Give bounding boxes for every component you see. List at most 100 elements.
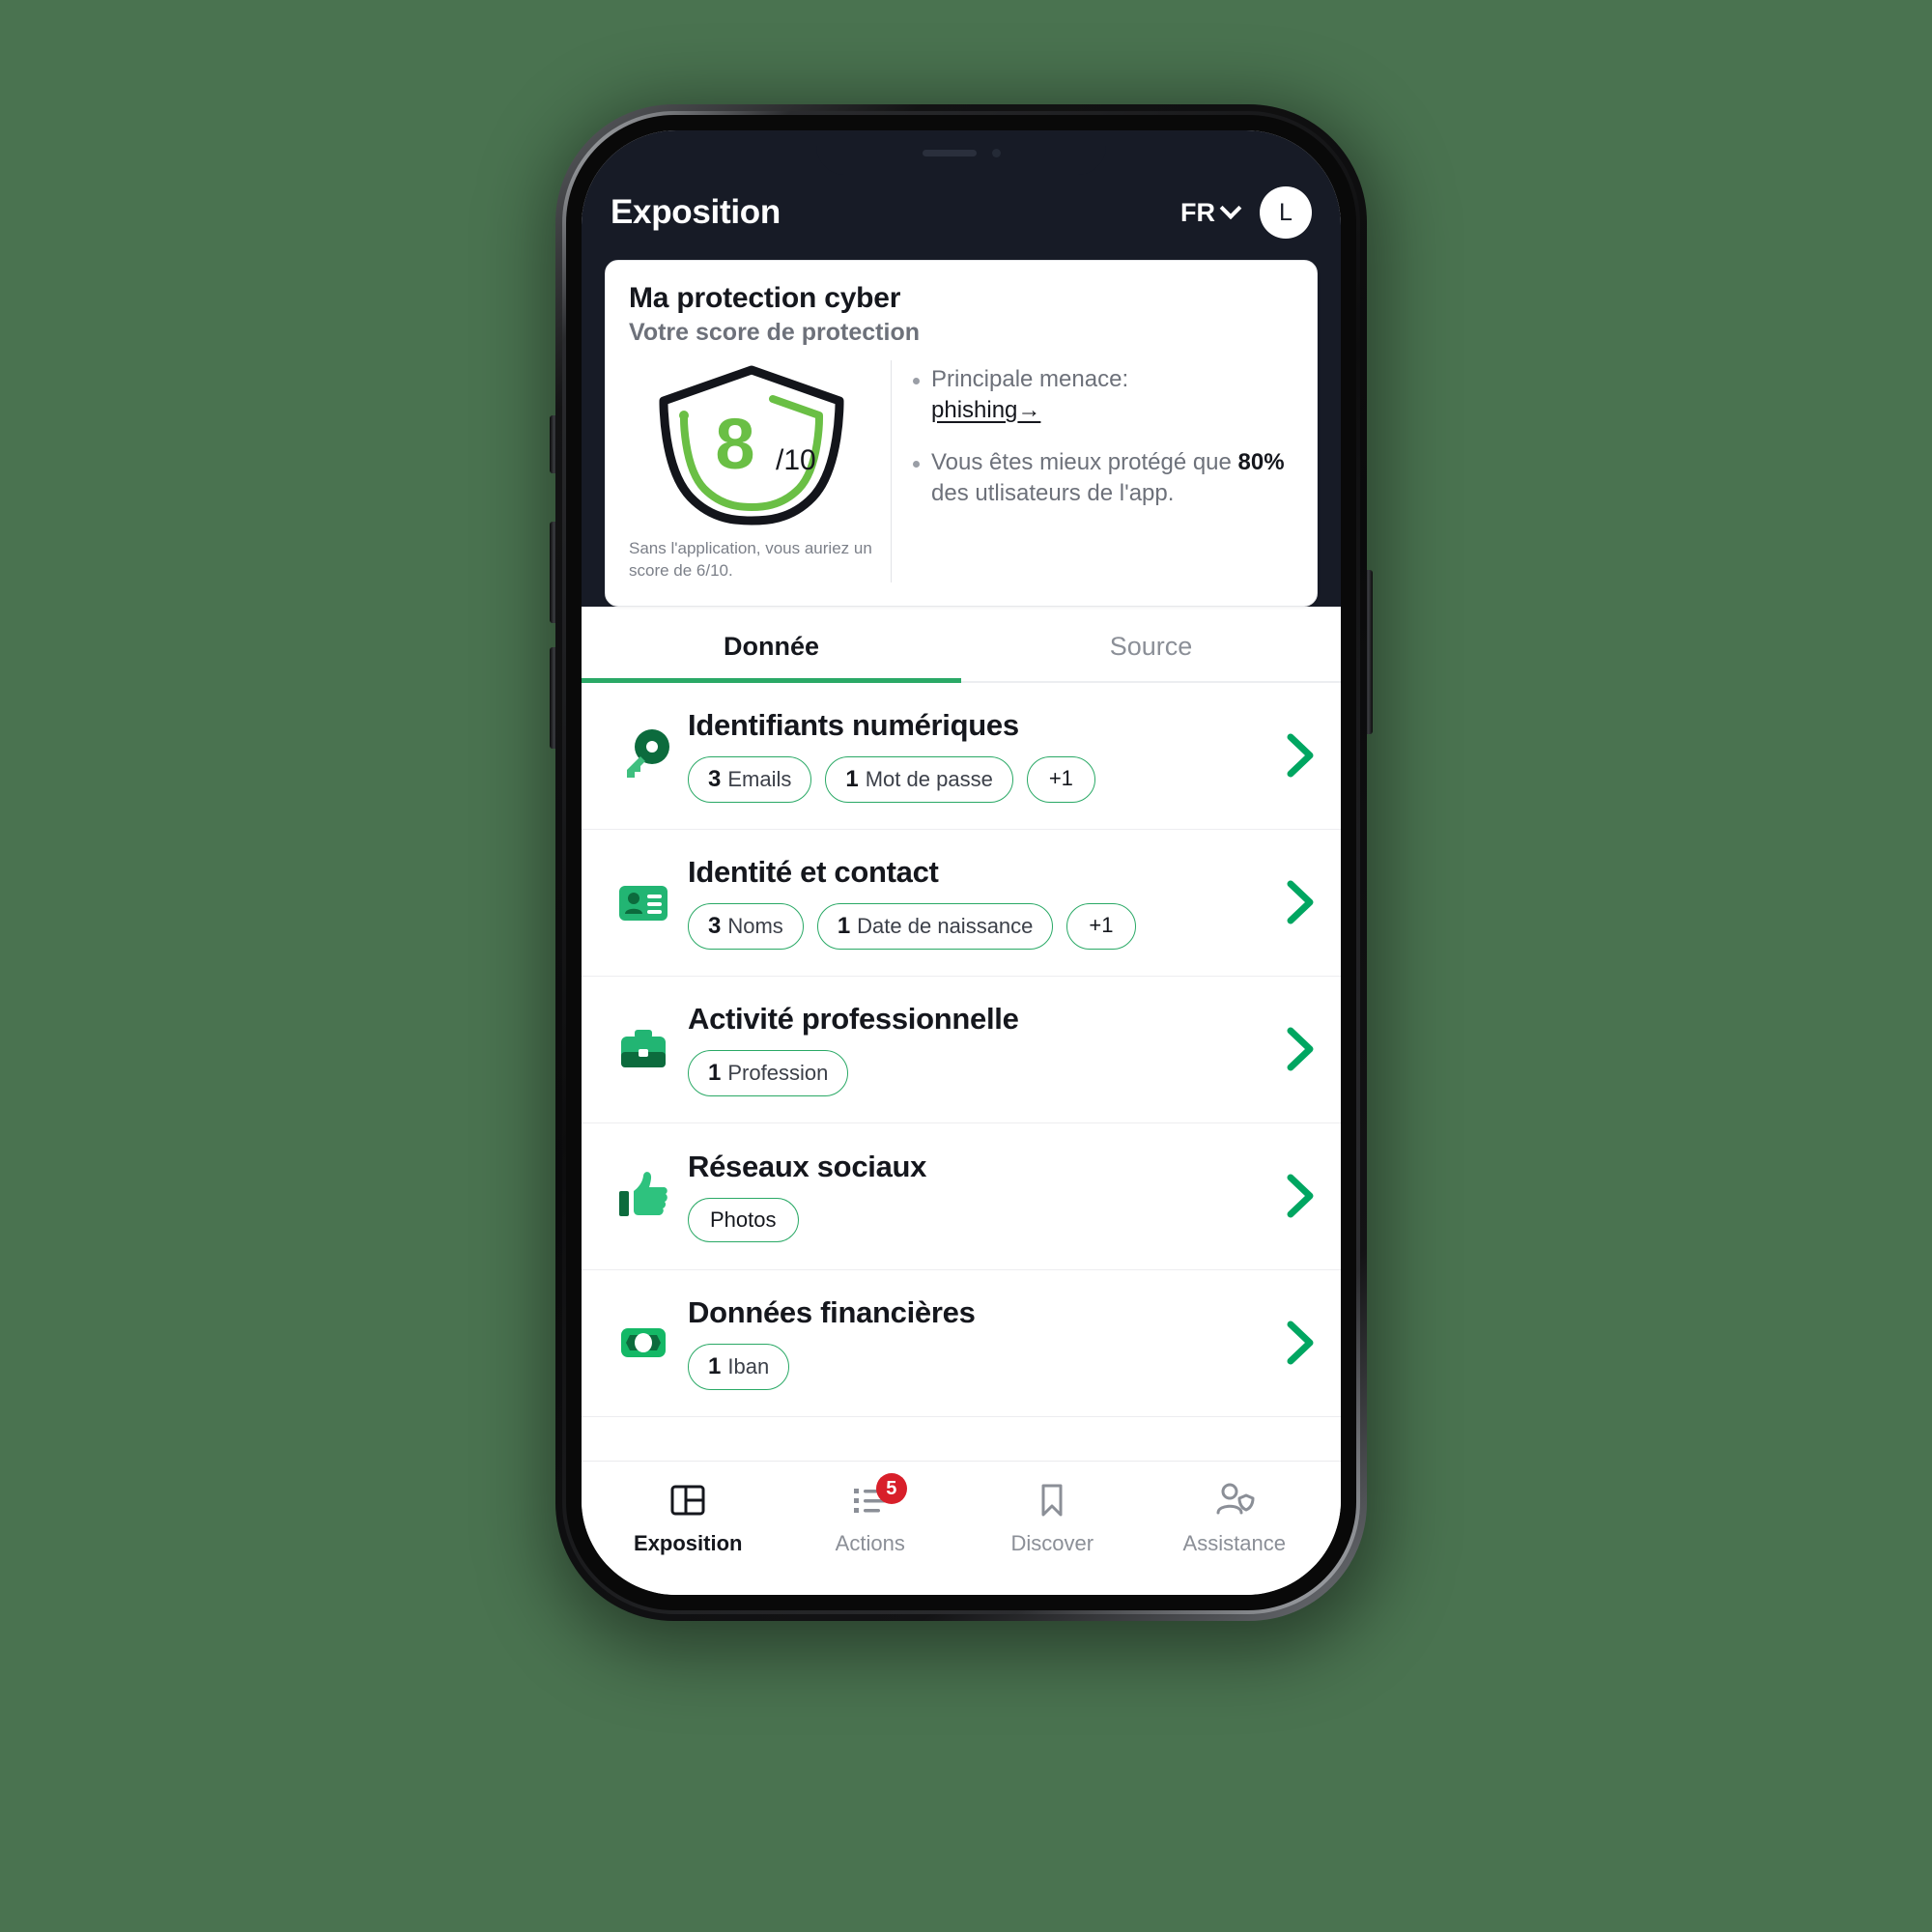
row-chips: 1 Profession <box>688 1050 1262 1097</box>
nav-item-discover[interactable]: Discover <box>961 1479 1144 1556</box>
chip-label: +1 <box>1089 913 1114 938</box>
chip[interactable]: 3 Noms <box>688 903 804 951</box>
chevron-right-icon <box>1287 1321 1314 1365</box>
score-gauge-section: 8 /10 Sans l'application, vous auriez un… <box>629 360 892 582</box>
table-row[interactable]: Identifiants numériques 3 Emails 1 Mot de … <box>582 683 1341 830</box>
notification-badge: 5 <box>875 1473 907 1504</box>
chevron-right-icon <box>1287 733 1314 778</box>
score-denominator: /10 <box>776 444 816 476</box>
chevron-down-icon <box>1219 197 1242 220</box>
row-icon-wrap <box>603 1019 684 1079</box>
earpiece-speaker <box>922 149 977 156</box>
phone-screen: Exposition FR L Ma protection cyber Votr… <box>582 130 1341 1595</box>
row-title: Données financières <box>688 1295 976 1330</box>
row-icon-wrap <box>603 1313 684 1373</box>
chip-count: 1 <box>837 913 851 940</box>
insight-comparison: Vous êtes mieux protégé que 80% des utli… <box>913 447 1293 509</box>
nav-label: Discover <box>1010 1531 1094 1555</box>
chip-label: Photos <box>710 1208 777 1233</box>
row-chips: 3 Noms 1 Date de naissance +1 <box>688 903 1262 951</box>
row-content: Données financières 1 Iban <box>684 1295 1262 1391</box>
nav-icon-wrap <box>1213 1479 1256 1521</box>
key-icon <box>627 729 669 779</box>
protection-score-card: Ma protection cyber Votre score de prote… <box>605 260 1318 607</box>
chip-label: Emails <box>727 767 792 792</box>
nav-label: Assistance <box>1182 1531 1286 1555</box>
table-row[interactable]: Activité professionnelle 1 Profession <box>582 977 1341 1123</box>
language-selector[interactable]: FR <box>1180 197 1242 228</box>
avatar[interactable]: L <box>1260 186 1312 239</box>
chip-count: 3 <box>708 766 722 793</box>
chevron-right-icon <box>1287 1027 1314 1071</box>
nav-item-assistance[interactable]: Assistance <box>1144 1479 1326 1556</box>
row-icon-wrap <box>603 725 684 785</box>
chevron-right-icon <box>1287 1174 1314 1218</box>
row-title: Identifiants numériques <box>688 708 1019 743</box>
chip-label: Date de naissance <box>857 914 1034 939</box>
chip[interactable]: 1 Profession <box>688 1050 849 1097</box>
score-card-container: Ma protection cyber Votre score de prote… <box>582 260 1341 607</box>
header-actions: FR L <box>1180 186 1312 239</box>
threat-link-text: phishing <box>931 396 1018 423</box>
nav-item-exposition[interactable]: Exposition <box>597 1479 780 1556</box>
chip-count: 1 <box>708 1060 722 1087</box>
row-chevron[interactable] <box>1262 731 1316 780</box>
row-chevron[interactable] <box>1262 878 1316 926</box>
tab-source[interactable]: Source <box>961 607 1341 681</box>
row-title: Identité et contact <box>688 855 939 890</box>
avatar-initial: L <box>1279 198 1293 226</box>
row-title: Réseaux sociaux <box>688 1150 927 1184</box>
row-chevron[interactable] <box>1262 1319 1316 1367</box>
chip[interactable]: 1 Iban <box>688 1344 790 1391</box>
comparison-percent: 80% <box>1237 448 1285 475</box>
page-title: Exposition <box>611 193 781 231</box>
row-content: Réseaux sociaux Photos <box>684 1150 1262 1243</box>
score-value: 8 <box>715 404 754 484</box>
nav-icon-wrap <box>1033 1479 1071 1521</box>
row-content: Identifiants numériques 3 Emails 1 Mot de … <box>684 708 1262 804</box>
banknote-icon <box>621 1328 666 1358</box>
threat-link[interactable]: phishing→ <box>931 395 1040 426</box>
comparison-text-after: des utlisateurs de l'app. <box>931 479 1175 506</box>
id-card-icon <box>619 886 668 922</box>
table-row[interactable]: Réseaux sociaux Photos <box>582 1123 1341 1270</box>
chip-more[interactable]: +1 <box>1026 756 1095 804</box>
nav-label: Exposition <box>634 1531 743 1555</box>
page-background: Exposition FR L Ma protection cyber Votr… <box>0 0 1932 1932</box>
front-camera <box>991 148 1001 157</box>
table-row[interactable]: Données financières 1 Iban <box>582 1270 1341 1417</box>
phone-metal-rim: Exposition FR L Ma protection cyber Votr… <box>562 111 1360 1614</box>
score-card-subtitle: Votre score de protection <box>629 319 920 346</box>
data-category-list: Identifiants numériques 3 Emails 1 Mot de … <box>582 682 1341 1461</box>
nav-icon-wrap: 5 <box>851 1473 907 1521</box>
row-icon-wrap <box>603 872 684 932</box>
thumbs-up-icon <box>619 1172 668 1217</box>
bullet-dot-icon <box>913 460 920 468</box>
dashboard-icon <box>670 1485 705 1516</box>
table-row[interactable]: Identité et contact 3 Noms 1 Date de naiss… <box>582 830 1341 977</box>
nav-item-actions[interactable]: 5 Actions <box>780 1473 962 1556</box>
score-card-title: Ma protection cyber <box>629 282 901 314</box>
chip-label: Profession <box>727 1061 829 1086</box>
chip-more[interactable]: +1 <box>1066 903 1136 951</box>
row-chevron[interactable] <box>1262 1172 1316 1220</box>
chip-count: 1 <box>708 1353 722 1380</box>
bookmark-icon <box>1041 1484 1063 1517</box>
score-insights: Principale menace: phishing→ Vous êtes m… <box>892 360 1293 582</box>
phone-frame: Exposition FR L Ma protection cyber Votr… <box>555 104 1367 1621</box>
shield-score-icon: 8 /10 <box>658 365 844 526</box>
chip-count: 3 <box>708 913 722 940</box>
insight-main-threat: Principale menace: phishing→ <box>913 364 1293 426</box>
row-chips: 1 Iban <box>688 1344 1262 1391</box>
chip[interactable]: Photos <box>688 1198 799 1243</box>
bullet-dot-icon <box>913 378 920 384</box>
chip[interactable]: 1 Date de naissance <box>816 903 1054 951</box>
chip-label: Iban <box>727 1354 770 1379</box>
tab-donnee[interactable]: Donnée <box>582 607 961 683</box>
row-chevron[interactable] <box>1262 1025 1316 1073</box>
chip[interactable]: 1 Mot de passe <box>825 756 1013 804</box>
chip-label: Noms <box>727 914 783 939</box>
chip[interactable]: 3 Emails <box>688 756 812 804</box>
tab-source-label: Source <box>1109 631 1193 661</box>
arrow-right-icon: → <box>1017 396 1041 423</box>
